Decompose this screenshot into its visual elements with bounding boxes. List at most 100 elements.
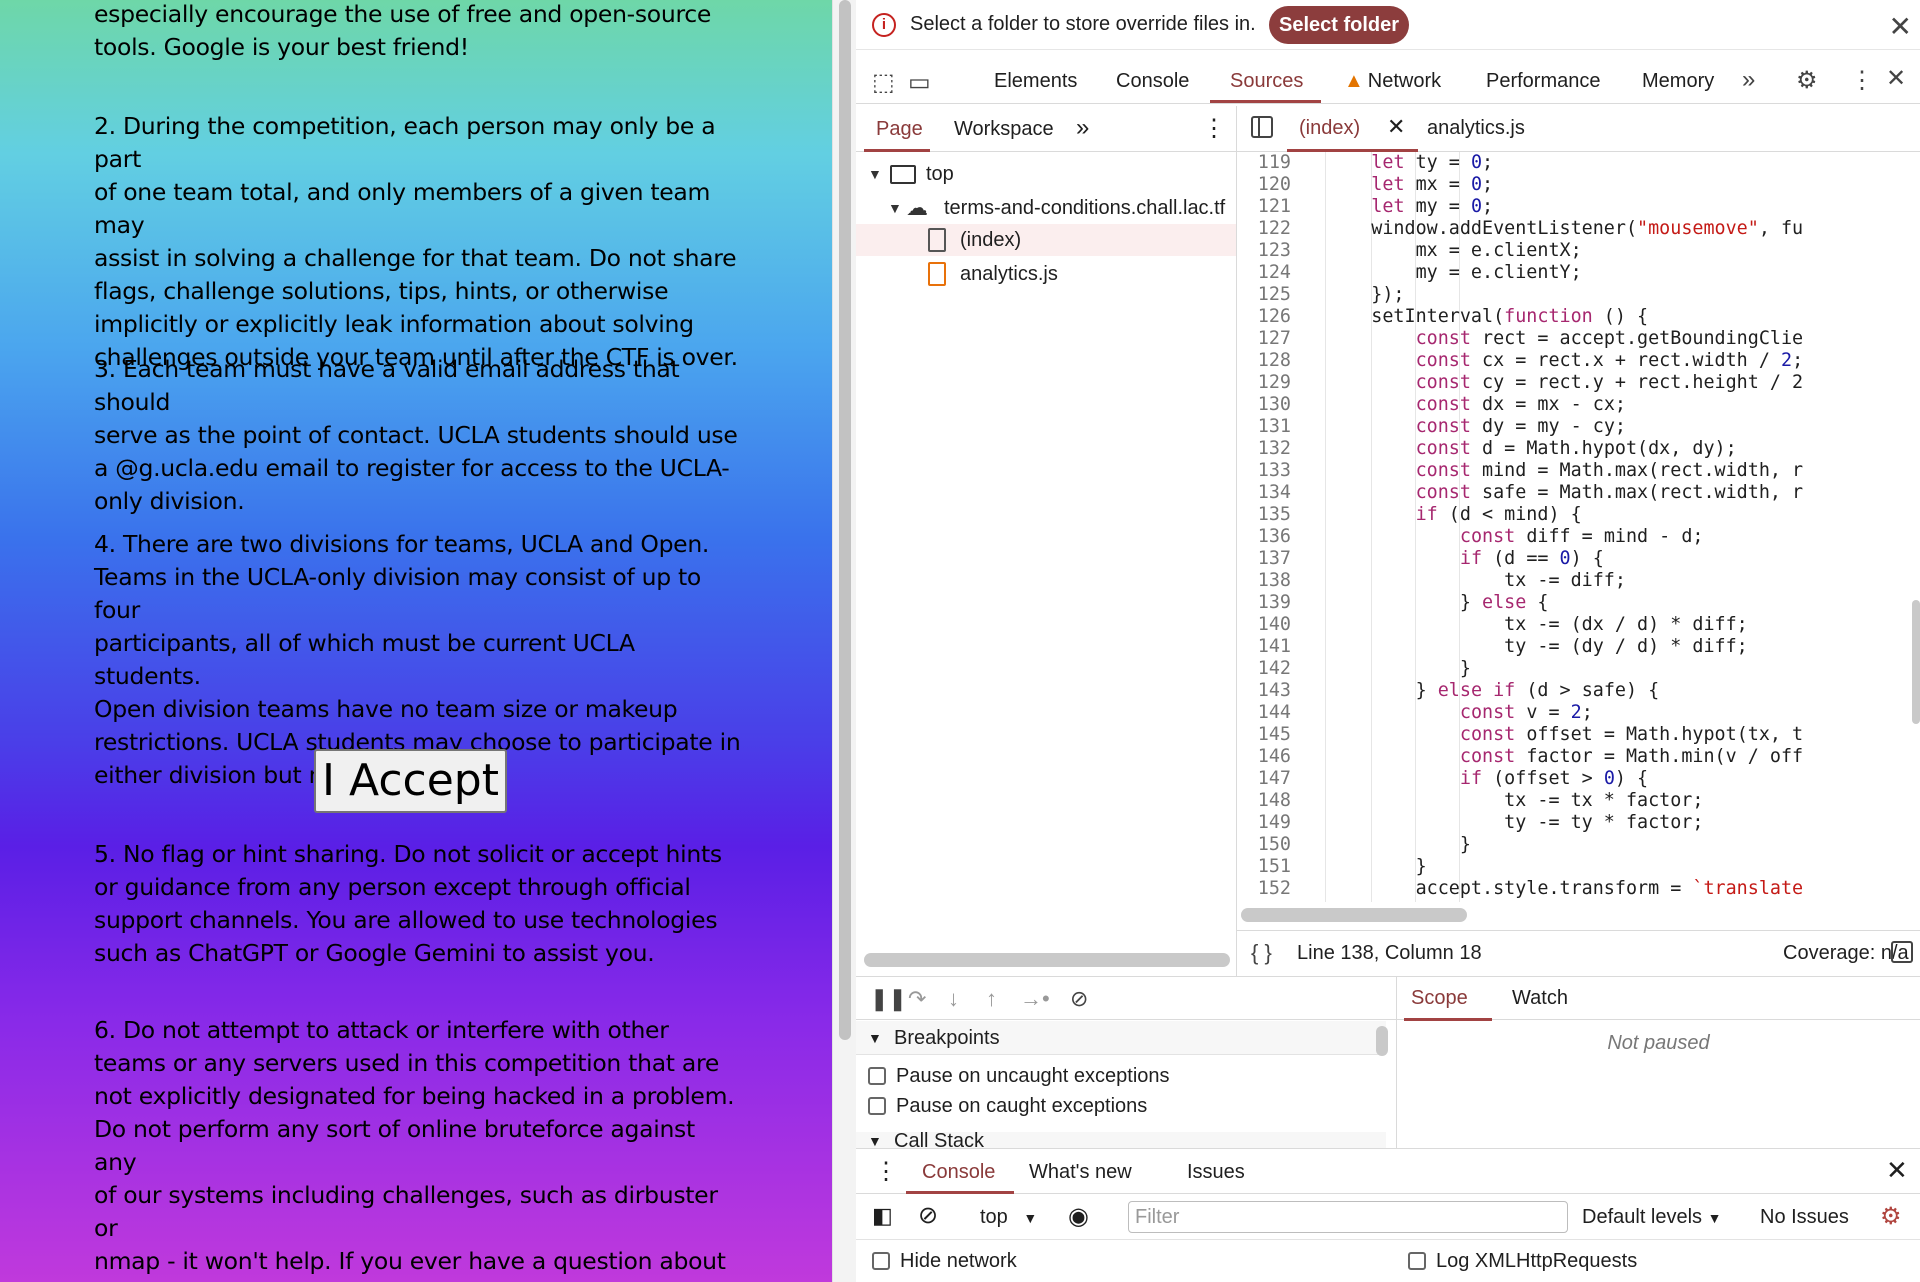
deactivate-breakpoints-icon[interactable]: ⊘: [1070, 986, 1088, 1012]
line-number[interactable]: 132: [1237, 438, 1291, 460]
code-line[interactable]: 123 mx = e.clientX;: [1237, 240, 1920, 262]
navigator-hscrollbar[interactable]: [864, 953, 1230, 967]
line-number[interactable]: 130: [1237, 394, 1291, 416]
code-line[interactable]: 151 }: [1237, 856, 1920, 878]
code-line[interactable]: 146 const factor = Math.min(v / off: [1237, 746, 1920, 768]
editor-tab-index[interactable]: (index): [1299, 117, 1360, 140]
pretty-print-icon[interactable]: { }: [1251, 940, 1272, 966]
close-icon[interactable]: ✕: [1886, 64, 1906, 93]
code-line[interactable]: 144 const v = 2;: [1237, 702, 1920, 724]
filter-input[interactable]: Filter: [1128, 1201, 1568, 1233]
breakpoints-header[interactable]: ▼ Breakpoints: [856, 1021, 1386, 1055]
code-line[interactable]: 128 const cx = rect.x + rect.width / 2;: [1237, 350, 1920, 372]
tab-scope[interactable]: Scope: [1411, 987, 1468, 1010]
code-line[interactable]: 149 ty -= ty * factor;: [1237, 812, 1920, 834]
tab-issues[interactable]: Issues: [1187, 1161, 1245, 1184]
line-number[interactable]: 127: [1237, 328, 1291, 350]
code-line[interactable]: 148 tx -= tx * factor;: [1237, 790, 1920, 812]
call-stack-header[interactable]: ▼ Call Stack: [856, 1132, 1386, 1148]
step-icon[interactable]: →•: [1020, 986, 1050, 1012]
tab-performance[interactable]: Performance: [1486, 70, 1601, 93]
code-line[interactable]: 120 let mx = 0;: [1237, 174, 1920, 196]
pause-icon[interactable]: ❚❚: [870, 986, 907, 1012]
kebab-menu-icon[interactable]: ⋮: [1202, 114, 1226, 143]
pause-caught-option[interactable]: Pause on caught exceptions: [868, 1091, 1147, 1121]
close-icon[interactable]: ✕: [1889, 10, 1912, 43]
code-line[interactable]: 143 } else if (d > safe) {: [1237, 680, 1920, 702]
line-number[interactable]: 151: [1237, 856, 1291, 878]
code-line[interactable]: 124 my = e.clientY;: [1237, 262, 1920, 284]
code-line[interactable]: 140 tx -= (dx / d) * diff;: [1237, 614, 1920, 636]
context-select[interactable]: top ▼: [980, 1206, 1037, 1229]
chevron-down-icon[interactable]: ▼: [868, 1132, 882, 1148]
line-number[interactable]: 125: [1237, 284, 1291, 306]
step-over-icon[interactable]: ↷: [908, 986, 926, 1012]
line-number[interactable]: 135: [1237, 504, 1291, 526]
checkbox[interactable]: [868, 1097, 886, 1115]
tab-sources[interactable]: Sources: [1230, 70, 1303, 93]
tree-item-domain[interactable]: ▼ ☁ terms-and-conditions.chall.lac.tf: [856, 192, 1236, 224]
tab-memory[interactable]: Memory: [1642, 70, 1714, 93]
eye-icon[interactable]: ◉: [1068, 1202, 1089, 1231]
line-number[interactable]: 140: [1237, 614, 1291, 636]
line-number[interactable]: 150: [1237, 834, 1291, 856]
code-line[interactable]: 147 if (offset > 0) {: [1237, 768, 1920, 790]
log-xhr-option[interactable]: Log XMLHttpRequests: [1408, 1246, 1637, 1276]
code-line[interactable]: 137 if (d == 0) {: [1237, 548, 1920, 570]
line-number[interactable]: 126: [1237, 306, 1291, 328]
line-number[interactable]: 136: [1237, 526, 1291, 548]
gear-icon[interactable]: ⚙: [1796, 66, 1818, 95]
gear-icon[interactable]: ⚙: [1880, 1202, 1902, 1231]
code-editor[interactable]: 119 let ty = 0; 120 let mx = 0; 121 let my…: [1237, 152, 1920, 902]
accept-button[interactable]: I Accept: [314, 749, 507, 813]
line-number[interactable]: 146: [1237, 746, 1291, 768]
code-line[interactable]: 121 let my = 0;: [1237, 196, 1920, 218]
line-number[interactable]: 137: [1237, 548, 1291, 570]
tab-elements[interactable]: Elements: [994, 70, 1077, 93]
toggle-debugger-icon[interactable]: [1891, 941, 1913, 963]
editor-hscrollbar[interactable]: [1241, 908, 1467, 922]
line-number[interactable]: 149: [1237, 812, 1291, 834]
code-line[interactable]: 129 const cy = rect.y + rect.height / 2: [1237, 372, 1920, 394]
log-levels-select[interactable]: Default levels ▼: [1582, 1206, 1721, 1229]
code-line[interactable]: 131 const dy = my - cy;: [1237, 416, 1920, 438]
checkbox[interactable]: [868, 1067, 886, 1085]
kebab-menu-icon[interactable]: ⋮: [1850, 66, 1874, 95]
device-toolbar-icon[interactable]: ▭: [908, 68, 931, 97]
line-number[interactable]: 119: [1237, 152, 1291, 174]
line-number[interactable]: 147: [1237, 768, 1291, 790]
code-line[interactable]: 136 const diff = mind - d;: [1237, 526, 1920, 548]
chevron-down-icon[interactable]: ▼: [888, 192, 902, 224]
code-line[interactable]: 126 setInterval(function () {: [1237, 306, 1920, 328]
tab-console[interactable]: Console: [1116, 70, 1189, 93]
checkbox[interactable]: [872, 1252, 890, 1270]
tab-network[interactable]: ▲ Network: [1344, 70, 1441, 93]
code-line[interactable]: 138 tx -= diff;: [1237, 570, 1920, 592]
more-tabs-icon[interactable]: »: [1742, 66, 1755, 94]
checkbox[interactable]: [1408, 1252, 1426, 1270]
step-into-icon[interactable]: ↓: [948, 986, 959, 1012]
close-tab-icon[interactable]: ✕: [1387, 114, 1405, 140]
line-number[interactable]: 124: [1237, 262, 1291, 284]
code-line[interactable]: 141 ty -= (dy / d) * diff;: [1237, 636, 1920, 658]
line-number[interactable]: 134: [1237, 482, 1291, 504]
chevron-down-icon[interactable]: ▼: [868, 158, 882, 190]
code-line[interactable]: 134 const safe = Math.max(rect.width, r: [1237, 482, 1920, 504]
line-number[interactable]: 120: [1237, 174, 1291, 196]
editor-tab-analytics[interactable]: analytics.js: [1427, 117, 1525, 140]
more-tabs-icon[interactable]: »: [1076, 114, 1089, 142]
code-line[interactable]: 135 if (d < mind) {: [1237, 504, 1920, 526]
tab-console-drawer[interactable]: Console: [922, 1161, 995, 1184]
toggle-navigator-icon[interactable]: [1251, 116, 1273, 138]
code-line[interactable]: 150 }: [1237, 834, 1920, 856]
line-number[interactable]: 129: [1237, 372, 1291, 394]
tab-page[interactable]: Page: [876, 118, 923, 141]
line-number[interactable]: 133: [1237, 460, 1291, 482]
code-line[interactable]: 145 const offset = Math.hypot(tx, t: [1237, 724, 1920, 746]
editor-vscrollbar[interactable]: [1912, 600, 1920, 724]
pane-divider[interactable]: [1396, 976, 1397, 1148]
kebab-menu-icon[interactable]: ⋮: [874, 1157, 898, 1186]
hide-network-option[interactable]: Hide network: [872, 1246, 1017, 1276]
line-number[interactable]: 152: [1237, 878, 1291, 900]
page-scrollbar[interactable]: [832, 0, 856, 1282]
